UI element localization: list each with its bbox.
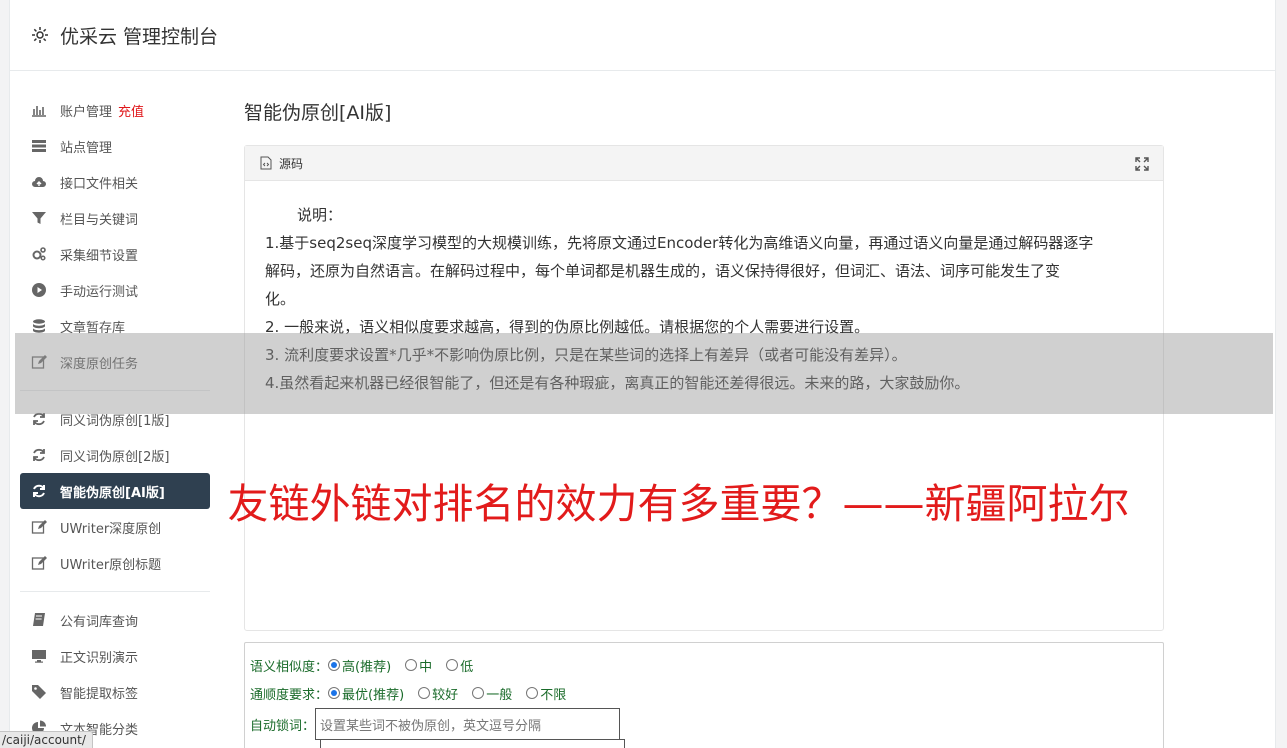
description-line: 1.基于seq2seq深度学习模型的大规模训练，先将原文通过Encoder转化为… bbox=[265, 234, 1094, 252]
monitor-icon bbox=[30, 647, 48, 665]
description-title: 说明： bbox=[297, 206, 343, 224]
fluency-good-radio[interactable]: 较好 bbox=[418, 684, 458, 703]
sidebar-item-interface[interactable]: 接口文件相关 bbox=[20, 164, 210, 200]
sidebar-item-label: 栏目与关键词 bbox=[60, 212, 139, 228]
source-code-icon[interactable] bbox=[259, 156, 273, 170]
second-input[interactable] bbox=[320, 739, 625, 748]
bar-chart-icon bbox=[30, 101, 48, 119]
sidebar-item-label: UWriter原创标题 bbox=[60, 557, 162, 573]
source-button[interactable]: 源码 bbox=[279, 155, 303, 172]
status-bar-url: /caiji/account/ bbox=[0, 731, 93, 748]
fluency-row: 通顺度要求： 最优(推荐) 较好 一般 不限 bbox=[250, 679, 1163, 707]
sidebar-item-text-recognition[interactable]: 正文识别演示 bbox=[20, 638, 210, 674]
fluency-label: 通顺度要求： bbox=[250, 687, 329, 703]
sidebar-item-manual-run[interactable]: 手动运行测试 bbox=[20, 272, 210, 308]
editor-toolbar: 源码 bbox=[245, 146, 1163, 181]
gears-icon bbox=[30, 245, 48, 263]
sidebar-item-label: 同义词伪原创[2版] bbox=[60, 449, 170, 465]
fluency-best-radio[interactable]: 最优(推荐) bbox=[328, 684, 404, 703]
page-title: 智能伪原创[AI版] bbox=[244, 102, 392, 124]
overlay-headline: 友链外链对排名的效力有多重要？——新疆阿拉尔 bbox=[227, 480, 1130, 528]
sidebar-item-uwriter-title[interactable]: UWriter原创标题 bbox=[20, 545, 210, 581]
sidebar-item-collect-settings[interactable]: 采集细节设置 bbox=[20, 236, 210, 272]
sidebar-item-sites[interactable]: 站点管理 bbox=[20, 128, 210, 164]
sidebar-item-label: 采集细节设置 bbox=[60, 248, 139, 264]
recharge-link[interactable]: 充值 bbox=[118, 101, 144, 120]
fluency-normal-radio[interactable]: 一般 bbox=[472, 684, 512, 703]
similarity-label: 语义相似度： bbox=[250, 659, 329, 675]
lock-label: 自动锁词： bbox=[250, 718, 316, 734]
sidebar-item-label: 手动运行测试 bbox=[60, 284, 139, 300]
play-circle-icon bbox=[30, 281, 48, 299]
sidebar-item-tag-extract[interactable]: 智能提取标签 bbox=[20, 674, 210, 710]
sidebar-item-label: 账户管理 bbox=[60, 104, 113, 120]
page-header-title: 优采云 管理控制台 bbox=[60, 25, 219, 48]
similarity-high-radio[interactable]: 高(推荐) bbox=[328, 656, 391, 675]
sidebar: 账户管理 充值 站点管理 接口文件相关 栏目与关键词 采集细节设置 手动运行测试… bbox=[20, 92, 210, 746]
fluency-any-radio[interactable]: 不限 bbox=[526, 684, 566, 703]
edit-icon bbox=[30, 554, 48, 572]
filter-icon bbox=[30, 209, 48, 227]
sidebar-item-label: 正文识别演示 bbox=[60, 650, 139, 666]
settings-form: 语义相似度： 高(推荐) 中 低 通顺度要求： 最优(推荐) 较好 一般 不限 … bbox=[244, 642, 1164, 748]
sidebar-divider bbox=[20, 591, 210, 592]
book-icon bbox=[30, 611, 48, 629]
sidebar-item-public-dict[interactable]: 公有词库查询 bbox=[20, 602, 210, 638]
sidebar-item-synonym-v2[interactable]: 同义词伪原创[2版] bbox=[20, 437, 210, 473]
sidebar-item-label: 站点管理 bbox=[60, 140, 113, 156]
sidebar-item-keywords[interactable]: 栏目与关键词 bbox=[20, 200, 210, 236]
cloud-upload-icon bbox=[30, 173, 48, 191]
tag-icon bbox=[30, 683, 48, 701]
sidebar-item-label: 接口文件相关 bbox=[60, 176, 139, 192]
refresh-icon bbox=[30, 446, 48, 464]
fullscreen-icon[interactable] bbox=[1135, 157, 1149, 171]
overlay-band bbox=[15, 333, 1273, 414]
similarity-low-radio[interactable]: 低 bbox=[446, 656, 473, 675]
header: 优采云 管理控制台 bbox=[10, 0, 1275, 71]
sidebar-item-label: 智能提取标签 bbox=[60, 686, 139, 702]
description-line: 化。 bbox=[265, 290, 296, 308]
lock-words-input[interactable]: 设置某些词不被伪原创，英文逗号分隔 bbox=[315, 708, 621, 740]
description-line: 解码，还原为自然语言。在解码过程中，每个单词都是机器生成的，语义保持得很好，但词… bbox=[265, 262, 1061, 280]
similarity-row: 语义相似度： 高(推荐) 中 低 bbox=[250, 651, 1163, 679]
sidebar-item-label: 公有词库查询 bbox=[60, 614, 139, 630]
lock-row: 自动锁词： 设置某些词不被伪原创，英文逗号分隔 bbox=[250, 707, 1163, 741]
sidebar-item-account[interactable]: 账户管理 充值 bbox=[20, 92, 210, 128]
gear-icon bbox=[32, 27, 48, 43]
server-icon bbox=[30, 137, 48, 155]
similarity-mid-radio[interactable]: 中 bbox=[405, 656, 432, 675]
